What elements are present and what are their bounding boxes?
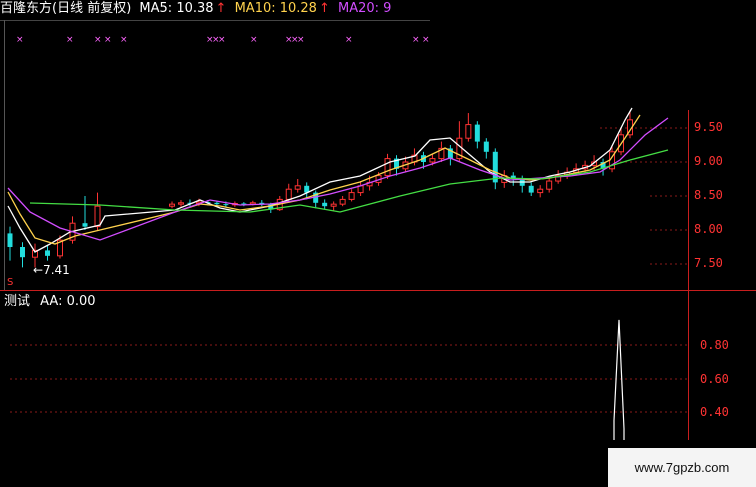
svg-text:×: ×	[66, 35, 74, 45]
ma20-label: MA20: 9	[338, 1, 392, 16]
indicator-aa-value: AA: 0.00	[40, 294, 96, 309]
candle-body	[483, 141, 489, 152]
ma20-line	[7, 117, 669, 241]
stock-chart-canvas[interactable]: × × × × × × ×× × ××× × × ×	[0, 0, 756, 487]
candle-body	[384, 158, 391, 177]
svg-text:×: ×	[120, 35, 128, 45]
ma10-up-arrow-icon: ↑	[318, 1, 330, 16]
candle-body	[294, 185, 301, 190]
candle-body	[429, 158, 436, 163]
candle-body	[223, 204, 229, 206]
svg-text:×: ×	[16, 35, 24, 45]
price-grid	[600, 127, 688, 265]
candle-body	[322, 202, 328, 207]
candle-body	[94, 205, 101, 228]
site-watermark: www.7gpzb.com	[608, 448, 756, 487]
svg-text:×: ×	[250, 35, 258, 45]
candle-body	[177, 202, 184, 205]
candlestick-series	[7, 111, 633, 268]
moving-averages	[7, 107, 669, 253]
ma10-label: MA10: 10.28 ↑	[234, 1, 330, 16]
indicator-aa-spike	[613, 319, 625, 440]
candle-body	[348, 192, 355, 200]
chart-header: 百隆东方(日线 前复权) MA5: 10.38 ↑ MA10: 10.28 ↑ MA…	[0, 0, 395, 20]
candle-body	[465, 124, 472, 139]
price-tick-800: 8.00	[694, 222, 723, 236]
indicator-tick-060: 0.60	[700, 372, 729, 386]
price-tick-850: 8.50	[694, 188, 723, 202]
indicator-grid	[10, 344, 688, 413]
svg-text:×: ×	[345, 35, 353, 45]
price-tick-950: 9.50	[694, 120, 723, 134]
candle-body	[330, 203, 337, 207]
indicator-header: 测试 AA: 0.00	[4, 290, 96, 309]
candle-body	[169, 203, 175, 207]
candle-body	[474, 124, 480, 142]
low-price-marker: ←7.41	[33, 263, 70, 277]
ma60-line	[29, 149, 669, 213]
ma5-label: MA5: 10.38 ↑	[139, 1, 227, 16]
candle-body	[7, 233, 13, 247]
candle-body	[528, 185, 534, 193]
price-tick-750: 7.50	[694, 256, 723, 270]
indicator-title[interactable]: 测试	[4, 294, 30, 309]
indicator-tick-040: 0.40	[700, 405, 729, 419]
s-marker-icon: S	[7, 277, 14, 288]
ma5-line	[7, 107, 633, 253]
svg-text:×: ×	[412, 35, 420, 45]
candle-body	[82, 223, 88, 227]
candle-body	[214, 202, 220, 205]
svg-text:×: ×	[297, 35, 305, 45]
svg-text:×: ×	[218, 35, 226, 45]
candle-body	[45, 250, 50, 256]
svg-text:×: ×	[94, 35, 102, 45]
signal-markers-row: × × × × × × ×× × ××× × × ×	[16, 35, 430, 45]
indicator-tick-080: 0.80	[700, 338, 729, 352]
candle-body	[537, 188, 544, 194]
chart-window[interactable]: × × × × × × × × × × × × × × × 百隆东方(日线 前复权) MA5: 10…	[0, 0, 756, 487]
ma10-line	[7, 114, 641, 245]
candle-body	[339, 198, 346, 205]
candle-body	[546, 180, 553, 190]
ma5-up-arrow-icon: ↑	[215, 1, 227, 16]
candle-body	[20, 247, 25, 258]
stock-title[interactable]: 百隆东方(日线 前复权)	[0, 1, 131, 16]
candle-body	[285, 188, 292, 200]
svg-text:×: ×	[422, 35, 430, 45]
svg-text:×: ×	[104, 35, 112, 45]
price-tick-900: 9.00	[694, 154, 723, 168]
